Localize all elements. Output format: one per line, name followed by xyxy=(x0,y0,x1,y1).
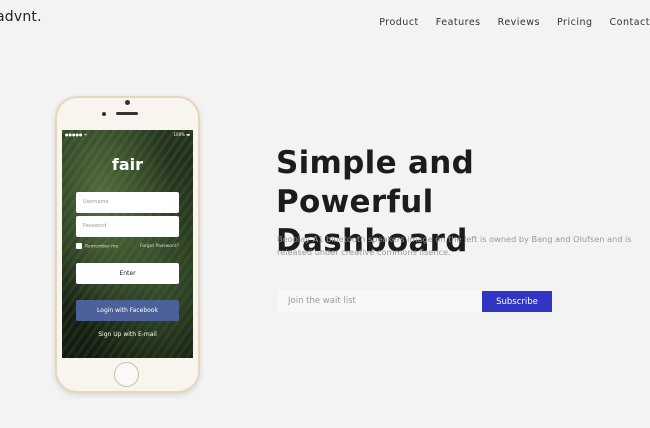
phone-camera xyxy=(125,100,130,105)
phone-speaker xyxy=(116,112,138,115)
status-signal: ●●●●● ᯤ xyxy=(65,132,88,137)
nav-item-product[interactable]: Product xyxy=(379,17,419,28)
brand-logo[interactable]: advnt. xyxy=(0,9,42,25)
phone-sensor xyxy=(102,112,106,116)
phone-screen: ●●●●● ᯤ 100% ▬ fair Username Password Re… xyxy=(62,130,193,358)
top-nav: Product Features Reviews Pricing Contact xyxy=(362,17,650,28)
nav-item-pricing[interactable]: Pricing xyxy=(557,17,593,28)
forgot-password-link: Forgot Password? xyxy=(139,243,179,249)
facebook-login-button: Login with Facebook xyxy=(76,300,179,321)
phone-status-bar: ●●●●● ᯤ 100% ▬ xyxy=(62,130,193,138)
nav-item-features[interactable]: Features xyxy=(436,17,481,28)
checkbox-icon xyxy=(76,243,82,249)
password-field: Password xyxy=(76,216,179,237)
hero-description: Beoplay A1 bluetooth speakers image on t… xyxy=(277,234,632,257)
subscribe-button[interactable]: Subscribe xyxy=(482,291,552,312)
status-battery: 100% ▬ xyxy=(173,132,191,137)
remember-me: Remember me xyxy=(76,243,118,250)
signup-email-link: Sign Up with E-mail xyxy=(98,331,157,338)
nav-item-reviews[interactable]: Reviews xyxy=(498,17,540,28)
waitlist-email-input[interactable] xyxy=(277,290,482,312)
remember-label: Remember me xyxy=(85,244,119,250)
enter-button: Enter xyxy=(76,263,179,284)
hero-title-line1: Simple and Powerful xyxy=(276,145,475,220)
nav-item-contact[interactable]: Contact xyxy=(610,17,650,28)
app-logo: fair xyxy=(111,155,144,174)
username-field: Username xyxy=(76,192,179,213)
login-options: Remember me Forgot Password? xyxy=(76,243,179,250)
phone-home-button xyxy=(114,362,139,387)
